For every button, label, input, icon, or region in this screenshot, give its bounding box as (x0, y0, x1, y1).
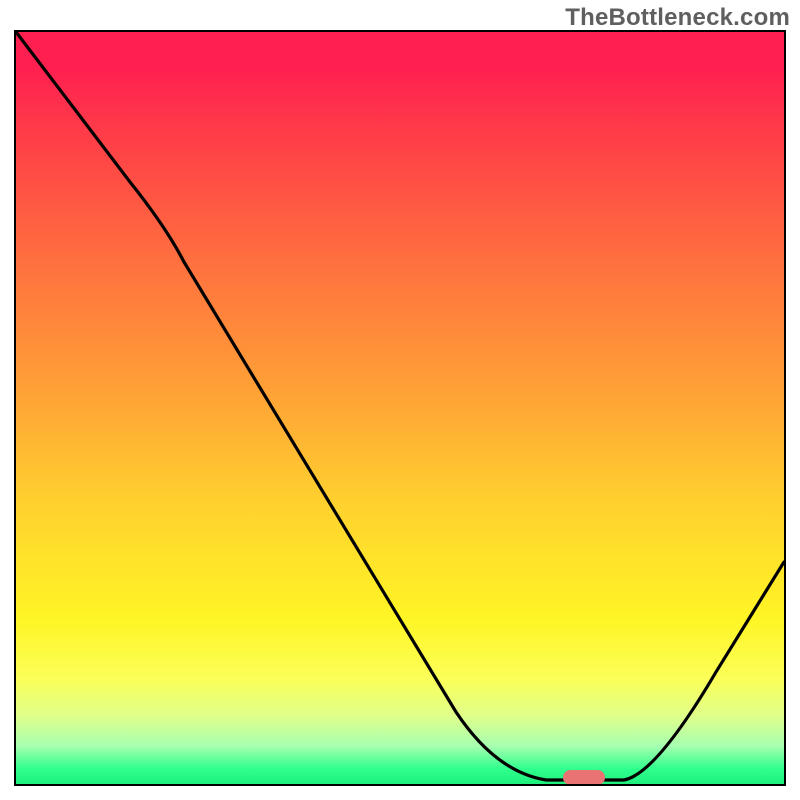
curve-svg (16, 32, 784, 784)
watermark-text: TheBottleneck.com (565, 4, 790, 32)
highlight-marker (563, 770, 605, 785)
plot-area (14, 30, 786, 786)
chart-frame: TheBottleneck.com (0, 0, 800, 800)
curve-path (16, 32, 784, 780)
